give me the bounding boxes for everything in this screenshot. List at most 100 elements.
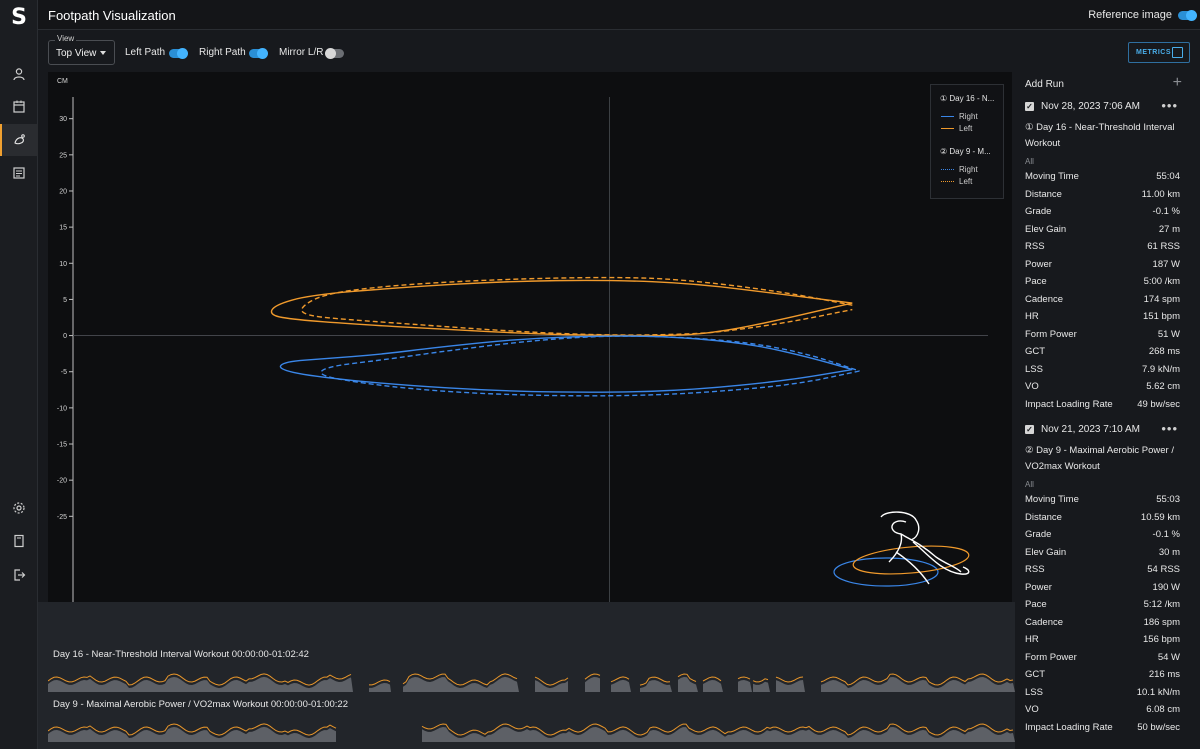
metric-value: 61 RSS xyxy=(1147,241,1180,252)
mirror-lr-toggle[interactable] xyxy=(325,47,344,59)
footpath-plot[interactable]: 302520151050-5-10-15-20-25-70-60-50-40-3… xyxy=(48,72,1012,602)
metric-label: HR xyxy=(1025,634,1039,645)
metric-label: Distance xyxy=(1025,188,1062,200)
run-1-more-icon[interactable]: ••• xyxy=(1161,98,1178,113)
timeline-area xyxy=(753,681,770,692)
run-2-more-icon[interactable]: ••• xyxy=(1161,421,1178,436)
metric-label: Cadence xyxy=(1025,616,1064,628)
metric-row: HR 156 bpm xyxy=(1025,634,1180,648)
legend-run-1: ① Day 16 - N... xyxy=(940,94,995,103)
timeline-power-line xyxy=(752,678,769,683)
timeline-run-1[interactable] xyxy=(48,668,1016,694)
toolbar: View Top View Left Path Right Path Mirro… xyxy=(38,31,1200,71)
metric-label: Pace xyxy=(1025,276,1047,287)
metric-row: Power 190 W xyxy=(1025,582,1180,596)
report-icon[interactable] xyxy=(0,157,38,189)
app-logo[interactable]: S xyxy=(9,6,29,30)
metric-row: Power 187 W xyxy=(1025,259,1180,273)
metric-row: Pace 5:12 /km xyxy=(1025,599,1180,613)
add-run-label: Add Run xyxy=(1025,79,1064,90)
metric-label: Impact Loading Rate xyxy=(1025,398,1113,410)
metric-row: VO 5.62 cm xyxy=(1025,381,1180,395)
metric-label: Pace xyxy=(1025,599,1047,610)
metric-label: Form Power xyxy=(1025,651,1077,663)
book-icon[interactable] xyxy=(0,525,38,557)
legend-series-left-1: Left xyxy=(959,124,973,133)
y-unit-label: CM xyxy=(57,78,68,85)
timeline-area xyxy=(535,680,568,692)
view-select[interactable]: View Top View xyxy=(48,34,115,65)
metric-value: 186 spm xyxy=(1143,616,1180,628)
metric-label: GCT xyxy=(1025,669,1046,680)
metric-label: GCT xyxy=(1025,346,1046,357)
metric-row: GCT 216 ms xyxy=(1025,669,1180,683)
run-1-filter-all[interactable]: All xyxy=(1025,157,1034,166)
app-header: Footpath Visualization Reference image xyxy=(38,0,1200,30)
y-tick-label: -10 xyxy=(57,405,67,412)
metric-row: Moving Time 55:03 xyxy=(1025,494,1180,508)
metric-row: LSS 10.1 kN/m xyxy=(1025,687,1180,701)
metric-row: Elev Gain 30 m xyxy=(1025,547,1180,561)
run-timeline-panel: Day 16 - Near-Threshold Interval Workout… xyxy=(38,602,1018,749)
legend-series-left-2: Left xyxy=(959,177,973,186)
metric-value: 30 m xyxy=(1158,546,1180,558)
run-1-checkbox[interactable]: ✓ xyxy=(1025,102,1034,111)
footpath-left-run-1 xyxy=(270,279,853,337)
y-tick-label: -20 xyxy=(57,478,67,485)
metric-value: 7.9 kN/m xyxy=(1141,363,1180,375)
calendar-icon[interactable] xyxy=(0,90,38,122)
y-tick-label: -15 xyxy=(57,442,67,449)
metric-row: Pace 5:00 /km xyxy=(1025,276,1180,290)
run-1-name: ① Day 16 - Near-Threshold Interval Worko… xyxy=(1025,122,1175,149)
y-tick-label: 5 xyxy=(63,297,67,304)
metric-label: VO xyxy=(1025,381,1039,392)
add-run-button[interactable]: + xyxy=(1173,74,1182,92)
legend-line-right-2 xyxy=(941,169,954,170)
metric-label: RSS xyxy=(1025,241,1045,252)
metric-value: 216 ms xyxy=(1148,669,1180,680)
metric-label: Impact Loading Rate xyxy=(1025,721,1113,733)
logout-icon[interactable] xyxy=(0,559,38,591)
metric-value: 174 spm xyxy=(1143,293,1180,305)
y-tick-label: -5 xyxy=(61,369,67,376)
view-select-value: Top View xyxy=(56,48,97,59)
run-2-filter-all[interactable]: All xyxy=(1025,480,1034,489)
metric-value: 10.1 kN/m xyxy=(1136,686,1180,698)
run-2-checkbox[interactable]: ✓ xyxy=(1025,425,1034,434)
metric-value: 54 RSS xyxy=(1147,564,1180,575)
user-icon[interactable] xyxy=(0,58,38,90)
footpath-icon[interactable] xyxy=(0,124,38,156)
metric-row: VO 6.08 cm xyxy=(1025,704,1180,718)
metrics-button[interactable]: METRICS xyxy=(1128,42,1190,63)
metric-value: 50 bw/sec xyxy=(1137,721,1180,733)
run-2-name: ② Day 9 - Maximal Aerobic Power / VO2max… xyxy=(1025,445,1174,472)
timeline-area xyxy=(678,677,698,692)
runner-reference-image xyxy=(833,511,970,587)
metric-label: RSS xyxy=(1025,564,1045,575)
chart-icon xyxy=(1172,47,1183,58)
metric-row: Grade -0.1 % xyxy=(1025,206,1180,220)
metric-label: Power xyxy=(1025,581,1052,593)
metric-label: VO xyxy=(1025,704,1039,715)
run-2-date: Nov 21, 2023 7:10 AM xyxy=(1041,424,1140,435)
metric-value: 6.08 cm xyxy=(1146,704,1180,715)
metric-value: 55:03 xyxy=(1156,494,1180,505)
settings-icon[interactable] xyxy=(0,492,38,524)
metric-row: GCT 268 ms xyxy=(1025,346,1180,360)
timeline-area xyxy=(611,679,631,692)
metric-row: Distance 10.59 km xyxy=(1025,512,1180,526)
metric-value: 156 bpm xyxy=(1143,634,1180,645)
metric-value: 11.00 km xyxy=(1141,188,1180,200)
metric-value: 54 W xyxy=(1157,651,1180,663)
metric-value: 27 m xyxy=(1158,223,1180,235)
left-path-toggle[interactable] xyxy=(169,47,188,59)
metric-label: Grade xyxy=(1025,206,1052,217)
timeline-run-2[interactable] xyxy=(48,716,1016,744)
metric-label: Grade xyxy=(1025,529,1052,540)
metric-value: 10.59 km xyxy=(1140,511,1180,523)
legend-series-right-2: Right xyxy=(959,165,978,174)
metric-label: HR xyxy=(1025,311,1039,322)
right-path-toggle[interactable] xyxy=(249,47,268,59)
metric-label: Elev Gain xyxy=(1025,223,1067,235)
reference-image-toggle[interactable] xyxy=(1178,9,1197,21)
